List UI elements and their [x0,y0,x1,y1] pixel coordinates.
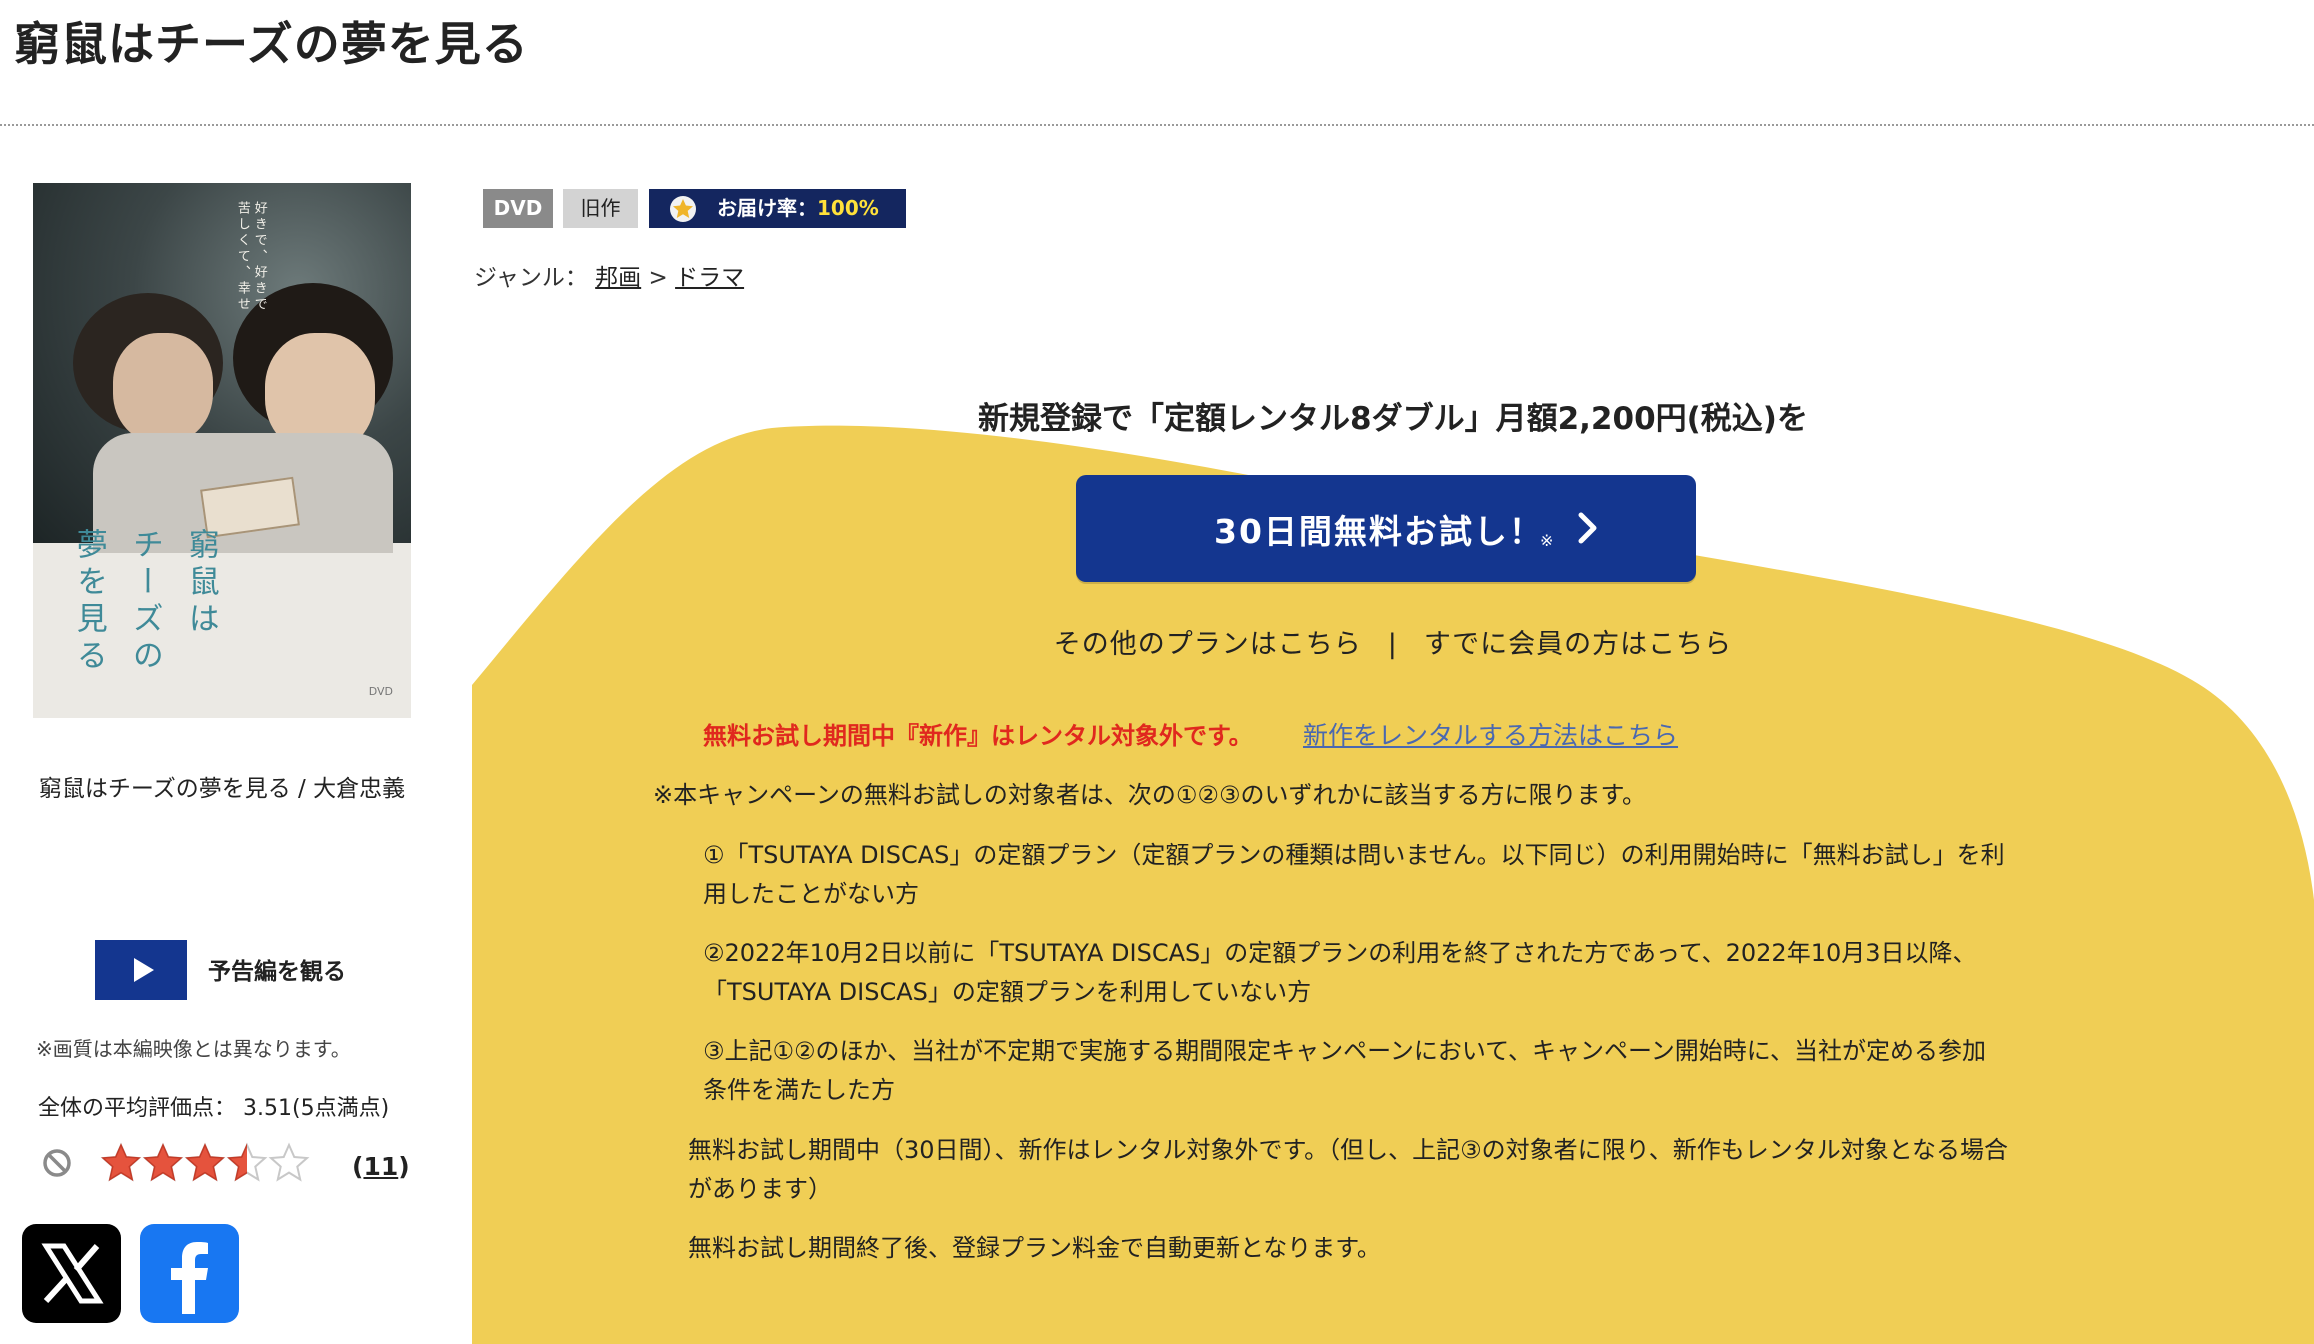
share-facebook-button[interactable] [140,1224,239,1323]
rating-star-1[interactable] [100,1142,142,1184]
cover-dvd-mark: DVD [368,685,393,698]
cover-title-col2: チーズの [126,528,163,676]
trial-note-1: 無料お試し期間中（30日間）、新作はレンタル対象外です。（但し、上記③の対象者に… [688,1136,2008,1164]
page-title: 窮鼠はチーズの夢を見る [14,17,529,71]
rating-star-3[interactable] [184,1142,226,1184]
trial-note-2: 無料お試し期間終了後、登録プラン料金で自動更新となります。 [688,1234,1381,1262]
plan-links-divider: | [1387,629,1398,660]
genre-label: ジャンル： [474,265,588,291]
review-count-link[interactable]: (11) [352,1152,410,1181]
condition-1-cont: 用したことがない方 [703,880,919,908]
cover-title-col3: 夢を見る [70,528,107,676]
new-release-warning: 無料お試し期間中『新作』はレンタル対象外です。 [703,722,1253,750]
genre-link-houga[interactable]: 邦画 [595,265,641,291]
trailer-label[interactable]: 予告編を観る [208,952,346,986]
member-login-link[interactable]: すでに会員の方はこちら [1424,629,1732,660]
product-name: 窮鼠はチーズの夢を見る / 大倉忠義 [38,776,406,802]
condition-2-cont: 「TSUTAYA DISCAS」の定額プランを利用していない方 [703,978,1312,1006]
format-badge-dvd: DVD [483,189,553,228]
rating-stars[interactable] [100,1142,310,1186]
rating-star-4[interactable] [226,1142,268,1184]
play-icon [134,958,154,982]
free-trial-label: 30日間無料お試し！ [1214,512,1544,551]
new-release-rental-link[interactable]: 新作をレンタルする方法はこちら [1303,716,1678,752]
condition-3: ③上記①②のほか、当社が不定期で実施する期間限定キャンペーンにおいて、キャンペー… [703,1037,1987,1065]
play-trailer-button[interactable] [95,940,187,1000]
delivery-rate-badge: お届け率：100% [649,189,906,228]
conditions-intro: ※本キャンペーンの無料お試しの対象者は、次の①②③のいずれかに該当する方に限りま… [653,781,1647,809]
no-rating-icon[interactable] [42,1148,72,1178]
facebook-logo-icon [171,1242,208,1314]
other-plans-link[interactable]: その他のプランはこちら [1054,629,1362,660]
genre-link-drama[interactable]: ドラマ [675,265,744,291]
rating-label: 全体の平均評価点： [38,1096,237,1121]
release-badge-old: 旧作 [563,189,638,228]
delivery-rate-label: お届け率： [717,196,817,220]
average-rating: 全体の平均評価点： 3.51(5点満点) [38,1090,389,1122]
free-trial-asterisk: ※ [1540,531,1554,550]
cover-title-col1: 窮鼠は [182,528,219,639]
rating-star-5[interactable] [268,1142,310,1184]
condition-3-cont: 条件を満たした方 [703,1076,895,1104]
title-divider [0,124,2314,126]
genre-breadcrumb: ジャンル： 邦画 > ドラマ [474,265,745,291]
delivery-rate-value: 100% [817,196,879,220]
quality-note: ※画質は本編映像とは異なります。 [36,1037,351,1061]
cover-tagline: 好きで、好きで 苦しくて、幸せ [234,201,267,313]
condition-2: ②2022年10月2日以前に「TSUTAYA DISCAS」の定額プランの利用を… [703,939,1977,967]
trial-note-1-cont: があります） [688,1175,832,1203]
plan-links: その他のプランはこちら | すでに会員の方はこちら [472,622,2314,661]
chevron-right-icon [1578,512,1597,544]
rating-star-2[interactable] [142,1142,184,1184]
condition-1: ①「TSUTAYA DISCAS」の定額プラン（定額プランの種類は問いません。以… [703,841,2005,869]
review-count[interactable]: 11 [363,1152,398,1181]
gold-star-icon [670,196,696,222]
x-logo-icon [41,1243,104,1304]
share-x-button[interactable] [22,1224,121,1323]
rating-value: 3.51(5点満点) [243,1096,390,1121]
promo-headline: 新規登録で「定額レンタル8ダブル」月額2,200円(税込)を [978,401,1808,437]
free-trial-button[interactable]: 30日間無料お試し！ ※ [1076,475,1696,582]
product-cover-image[interactable]: 好きで、好きで 苦しくて、幸せ 窮鼠は チーズの 夢を見る DVD [33,183,411,718]
